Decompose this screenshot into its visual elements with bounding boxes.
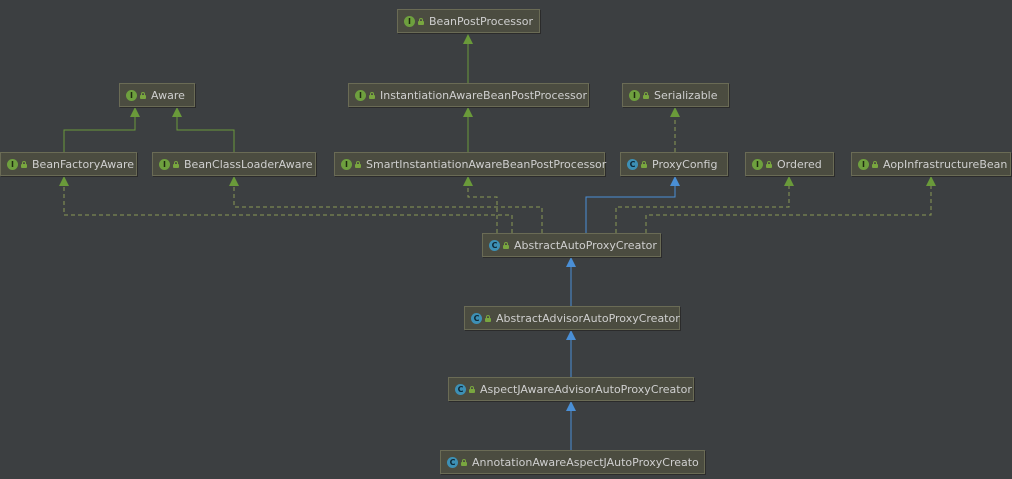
interface-icon: I [629,89,640,101]
uml-node-label: BeanClassLoaderAware [184,157,313,171]
edge-aapc-to-siabpp [467,185,498,233]
uml-node-iabpp[interactable]: I InstantiationAwareBeanPostProcessor [348,83,589,107]
uml-node-label: Ordered [777,157,822,171]
arrowhead-aapc-to-aib [926,176,936,186]
edge-bcla-to-aware [176,116,235,152]
uml-node-label: AbstractAdvisorAutoProxyCreator [496,311,680,325]
arrowhead-aapc-to-bcla [229,176,239,186]
uml-node-label: BeanPostProcessor [429,14,534,28]
edge-aapc-to-bfa [63,185,513,233]
uml-node-bcla[interactable]: I BeanClassLoaderAware [152,152,316,176]
uml-node-siabpp[interactable]: I SmartInstantiationAwareBeanPostProcesso… [334,152,607,176]
interface-icon: I [355,89,366,101]
edge-aapc-to-bcla [233,185,543,233]
arrowhead-bfa-to-aware [130,107,140,117]
arrowhead-bcla-to-aware [172,107,182,117]
arrowhead-aapc-to-ord [784,176,794,186]
class-icon: C [489,239,500,251]
uml-node-aaapc[interactable]: C AbstractAdvisorAutoProxyCreator [464,306,680,330]
interface-icon: I [341,158,352,170]
public-access-icon [872,160,878,168]
uml-node-pc[interactable]: C ProxyConfig [620,152,728,176]
uml-node-label: Aware [151,88,185,102]
arrowhead-siabpp-to-iabpp [463,107,473,117]
uml-node-aib[interactable]: I AopInfrastructureBean [851,152,1011,176]
public-access-icon [140,91,146,99]
uml-node-aware[interactable]: I Aware [119,83,195,107]
edge-aapc-to-ord [615,185,790,233]
uml-node-label: InstantiationAwareBeanPostProcessor [380,88,588,102]
interface-icon: I [7,158,18,170]
public-access-icon [641,160,647,168]
public-access-icon [485,314,491,322]
edge-bfa-to-aware [63,116,136,152]
uml-node-bfa[interactable]: I BeanFactoryAware [0,152,137,176]
uml-node-label: Serializable [654,88,718,102]
uml-node-label: ProxyConfig [652,157,718,171]
uml-node-label: BeanFactoryAware [32,157,135,171]
public-access-icon [469,385,475,393]
arrowhead-pc-to-ser [670,107,680,117]
public-access-icon [461,458,467,466]
public-access-icon [643,91,649,99]
arrowhead-iabpp-to-bpp [463,34,473,44]
public-access-icon [503,241,509,249]
interface-icon: I [858,158,869,170]
edge-aapc-to-pc [585,185,676,233]
arrowhead-aapc-to-bfa [59,176,69,186]
interface-icon: I [752,158,763,170]
class-icon: C [471,312,482,324]
uml-node-ser[interactable]: I Serializable [622,83,729,107]
class-icon: C [447,456,458,468]
uml-node-label: AopInfrastructureBean [883,157,1008,171]
public-access-icon [766,160,772,168]
class-icon: C [627,158,638,170]
uml-node-anaapc[interactable]: C AnnotationAwareAspectJAutoProxyCreato [440,450,705,474]
public-access-icon [418,17,424,25]
arrowhead-aapc-to-siabpp [463,176,473,186]
uml-node-aapc[interactable]: C AbstractAutoProxyCreator [482,233,661,257]
uml-node-ord[interactable]: I Ordered [745,152,834,176]
arrowhead-anaapc-to-ajaapc [566,401,576,411]
public-access-icon [173,160,179,168]
arrowhead-ajaapc-to-aaapc [566,330,576,340]
uml-node-label: AspectJAwareAdvisorAutoProxyCreator [480,382,692,396]
public-access-icon [369,91,375,99]
interface-icon: I [159,158,170,170]
interface-icon: I [126,89,137,101]
uml-node-ajaapc[interactable]: C AspectJAwareAdvisorAutoProxyCreator [448,377,694,401]
uml-node-label: SmartInstantiationAwareBeanPostProcessor [366,157,607,171]
arrowhead-aaapc-to-aapc [566,257,576,267]
class-icon: C [455,383,466,395]
uml-node-label: AnnotationAwareAspectJAutoProxyCreato [472,455,699,469]
uml-node-bpp[interactable]: I BeanPostProcessor [397,9,540,33]
interface-icon: I [404,15,415,27]
public-access-icon [355,160,361,168]
uml-node-label: AbstractAutoProxyCreator [514,238,657,252]
arrowhead-aapc-to-pc [670,176,680,186]
public-access-icon [21,160,27,168]
